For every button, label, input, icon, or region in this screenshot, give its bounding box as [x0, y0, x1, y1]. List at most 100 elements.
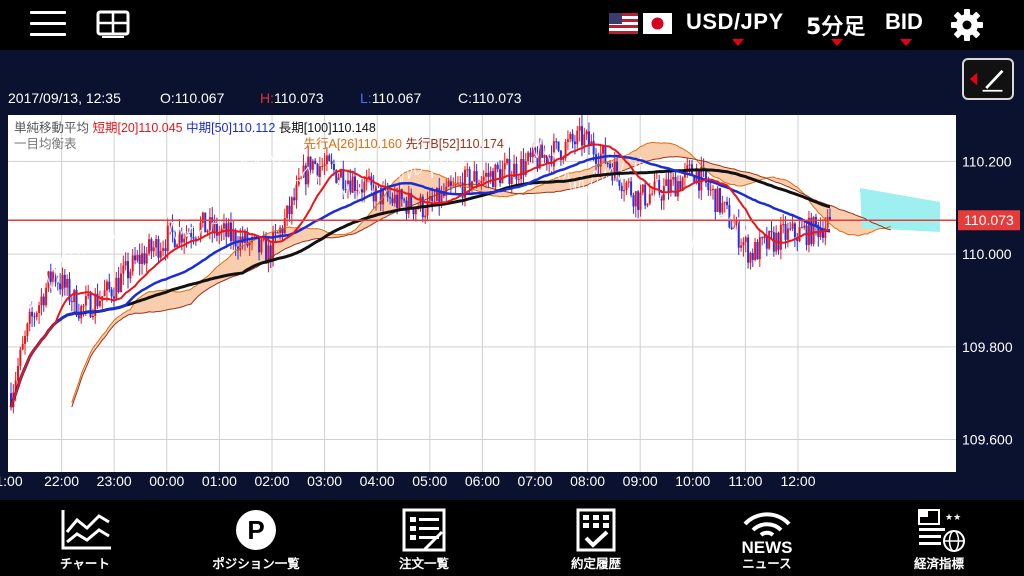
- x-tick-label: 04:00: [360, 473, 395, 489]
- candle-body: [393, 194, 396, 204]
- nav-positions[interactable]: P ポジション一覧: [181, 500, 331, 576]
- candle-body: [201, 212, 204, 223]
- candle-body: [143, 253, 146, 264]
- svg-text:P: P: [247, 515, 264, 545]
- candle-body: [42, 296, 45, 306]
- candle-body: [456, 182, 459, 184]
- candle-body: [84, 295, 87, 306]
- candle-body: [396, 194, 399, 208]
- candle-body: [89, 293, 92, 318]
- bottom-navigation: チャート P ポジション一覧 注文一覧 約定履歴 NEWS ニュース ★★ 経済…: [0, 500, 1024, 576]
- candle-body: [66, 278, 69, 288]
- candle-body: [159, 250, 162, 258]
- candle-body: [625, 182, 628, 191]
- candle-body: [674, 177, 677, 197]
- candle-body: [162, 248, 165, 251]
- candle-body: [339, 170, 342, 178]
- candle-body: [627, 181, 630, 183]
- candle-body: [117, 277, 120, 293]
- candle-body: [515, 163, 518, 180]
- nav-news-label: ニュース: [742, 556, 792, 571]
- candle-body: [136, 254, 139, 261]
- candle-body: [98, 300, 101, 307]
- candle-body: [40, 296, 43, 306]
- candle-body: [765, 235, 768, 249]
- candle-body: [293, 197, 296, 201]
- candle-body: [262, 239, 265, 241]
- candle-body: [517, 179, 520, 181]
- candle-body: [63, 274, 66, 288]
- candle-body: [232, 230, 235, 242]
- candle-body: [679, 181, 682, 190]
- price-chart[interactable]: 110.200 110.000 109.800 109.600 110.073 1:00…: [0, 0, 1024, 500]
- candle-body: [87, 293, 90, 296]
- candle-body: [676, 181, 679, 197]
- candle-body: [716, 188, 719, 212]
- x-tick-label: 22:00: [44, 473, 79, 489]
- candle-body: [786, 228, 789, 240]
- candle-body: [800, 227, 803, 229]
- candle-body: [77, 315, 80, 319]
- candle-body: [812, 217, 815, 244]
- candle-body: [751, 253, 754, 260]
- news-icon: NEWS: [742, 512, 793, 554]
- candle-body: [26, 323, 29, 336]
- candle-body: [646, 203, 649, 206]
- candle-body: [21, 343, 24, 350]
- candle-body: [803, 225, 806, 228]
- candle-body: [105, 281, 108, 291]
- candle-body: [295, 184, 298, 201]
- candle-body: [798, 227, 801, 242]
- order-list-icon: [402, 508, 446, 552]
- nav-chart[interactable]: チャート: [10, 500, 160, 576]
- candle-body: [28, 311, 31, 324]
- candle-body: [145, 253, 148, 264]
- candle-body: [494, 164, 497, 188]
- candle-body: [503, 163, 506, 170]
- candle-body: [134, 255, 137, 261]
- candle-body: [323, 164, 326, 167]
- nav-economic-indicators[interactable]: ★★ 経済指標: [864, 500, 1014, 576]
- economic-indicator-icon: ★★: [918, 509, 965, 552]
- nav-orders[interactable]: 注文一覧: [349, 500, 499, 576]
- candle-body: [35, 313, 38, 317]
- nav-news[interactable]: NEWS ニュース: [692, 500, 842, 576]
- candle-body: [276, 232, 279, 234]
- candle-body: [61, 274, 64, 290]
- candle-body: [740, 245, 743, 248]
- candle-body: [344, 189, 347, 191]
- candle-body: [501, 169, 504, 184]
- candle-body: [791, 223, 794, 229]
- candle-body: [665, 179, 668, 186]
- candle-body: [318, 166, 321, 178]
- candle-body: [108, 281, 111, 290]
- candle-body: [342, 170, 345, 190]
- nav-chart-label: チャート: [60, 556, 110, 571]
- candle-body: [779, 224, 782, 250]
- candle-body: [288, 205, 291, 215]
- current-price-label: 110.073: [964, 212, 1014, 228]
- candle-body: [667, 179, 670, 192]
- x-tick-label: 05:00: [412, 473, 447, 489]
- candle-body: [190, 233, 193, 238]
- candle-body: [543, 155, 546, 158]
- candle-body: [555, 141, 558, 143]
- nav-executions[interactable]: 約定履歴: [521, 500, 671, 576]
- nav-positions-label: ポジション一覧: [212, 556, 300, 571]
- candle-body: [403, 199, 406, 201]
- candle-body: [810, 217, 813, 244]
- position-icon: P: [236, 510, 276, 550]
- candle-body: [634, 191, 637, 207]
- nav-orders-label: 注文一覧: [398, 556, 449, 571]
- candle-body: [768, 230, 771, 249]
- candle-body: [138, 254, 141, 264]
- candle-body: [749, 253, 752, 263]
- candle-body: [286, 205, 289, 219]
- candle-body: [728, 205, 731, 228]
- candle-body: [609, 163, 612, 168]
- candle-body: [585, 131, 588, 135]
- candle-body: [630, 181, 633, 196]
- candle-body: [260, 239, 263, 253]
- candle-body: [122, 265, 125, 274]
- x-tick-label: 1:00: [0, 473, 23, 489]
